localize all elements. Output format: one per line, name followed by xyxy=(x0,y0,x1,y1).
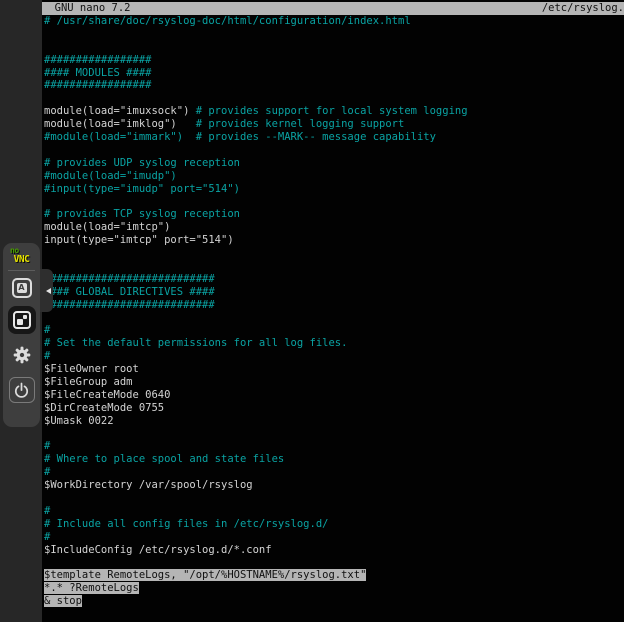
code-line: $FileOwner root xyxy=(44,363,624,376)
keyboard-key-label: A xyxy=(17,283,27,293)
novnc-logo-vnc: VNC xyxy=(3,255,40,264)
code-line xyxy=(44,492,624,505)
code-line: ########################### xyxy=(44,299,624,312)
code-line xyxy=(44,428,624,441)
code-line: input(type="imtcp" port="514") xyxy=(44,234,624,247)
code-line: $IncludeConfig /etc/rsyslog.d/*.conf xyxy=(44,544,624,557)
gear-icon xyxy=(12,345,32,365)
code-line: # xyxy=(44,440,624,453)
code-line: #### GLOBAL DIRECTIVES #### xyxy=(44,286,624,299)
fullscreen-icon-square-small xyxy=(23,315,27,319)
selected-code-line: & stop xyxy=(44,595,624,608)
vnc-control-panel: no VNC A xyxy=(3,243,40,427)
code-line: #module(load="immark") # provides --MARK… xyxy=(44,131,624,144)
terminal-content[interactable]: # /usr/share/doc/rsyslog-doc/html/config… xyxy=(44,15,624,608)
nano-app-title: GNU nano 7.2 xyxy=(42,2,131,15)
code-line: # /usr/share/doc/rsyslog-doc/html/config… xyxy=(44,15,624,28)
code-line: # Where to place spool and state files xyxy=(44,453,624,466)
terminal-window[interactable]: GNU nano 7.2 /etc/rsyslog. # /usr/share/… xyxy=(42,0,624,622)
keyboard-a-icon: A xyxy=(12,278,32,298)
code-line: $WorkDirectory /var/spool/rsyslog xyxy=(44,479,624,492)
code-line: # xyxy=(44,350,624,363)
power-button[interactable] xyxy=(9,377,35,403)
code-line: # Include all config files in /etc/rsysl… xyxy=(44,518,624,531)
code-line: module(load="imklog") # provides kernel … xyxy=(44,118,624,131)
code-line: # provides UDP syslog reception xyxy=(44,157,624,170)
code-line: #input(type="imudp" port="514") xyxy=(44,183,624,196)
panel-collapse-handle[interactable] xyxy=(39,269,53,312)
code-line: module(load="imuxsock") # provides suppo… xyxy=(44,105,624,118)
code-line xyxy=(44,144,624,157)
code-line: module(load="imtcp") xyxy=(44,221,624,234)
code-line xyxy=(44,41,624,54)
settings-button[interactable] xyxy=(8,341,36,369)
code-line: # provides TCP syslog reception xyxy=(44,208,624,221)
nano-file-path: /etc/rsyslog. xyxy=(542,2,624,15)
desktop: GNU nano 7.2 /etc/rsyslog. # /usr/share/… xyxy=(0,0,624,622)
keyboard-button[interactable]: A xyxy=(8,274,36,302)
novnc-logo: no VNC xyxy=(3,247,40,264)
code-line: #### MODULES #### xyxy=(44,67,624,80)
code-line: ########################### xyxy=(44,273,624,286)
code-line: # xyxy=(44,505,624,518)
code-line xyxy=(44,247,624,260)
code-line: # xyxy=(44,531,624,544)
collapse-left-icon xyxy=(46,288,51,294)
code-line: $Umask 0022 xyxy=(44,415,624,428)
code-line xyxy=(44,92,624,105)
code-line xyxy=(44,311,624,324)
code-line: # xyxy=(44,324,624,337)
fullscreen-icon xyxy=(13,311,31,329)
fullscreen-button[interactable] xyxy=(8,306,36,334)
code-line: ################# xyxy=(44,79,624,92)
code-line: ################# xyxy=(44,54,624,67)
code-line xyxy=(44,260,624,273)
selected-code-line: $template RemoteLogs, "/opt/%HOSTNAME%/r… xyxy=(44,569,624,582)
code-line: $FileGroup adm xyxy=(44,376,624,389)
code-line: #module(load="imudp") xyxy=(44,170,624,183)
code-line: $DirCreateMode 0755 xyxy=(44,402,624,415)
selected-code-line: *.* ?RemoteLogs xyxy=(44,582,624,595)
power-icon xyxy=(12,381,31,400)
fullscreen-icon-square-large xyxy=(17,319,23,325)
code-line xyxy=(44,195,624,208)
code-line: $FileCreateMode 0640 xyxy=(44,389,624,402)
code-line: # Set the default permissions for all lo… xyxy=(44,337,624,350)
code-line xyxy=(44,556,624,569)
code-line xyxy=(44,28,624,41)
nano-titlebar: GNU nano 7.2 /etc/rsyslog. xyxy=(42,2,624,15)
code-line: # xyxy=(44,466,624,479)
panel-divider xyxy=(8,270,35,271)
